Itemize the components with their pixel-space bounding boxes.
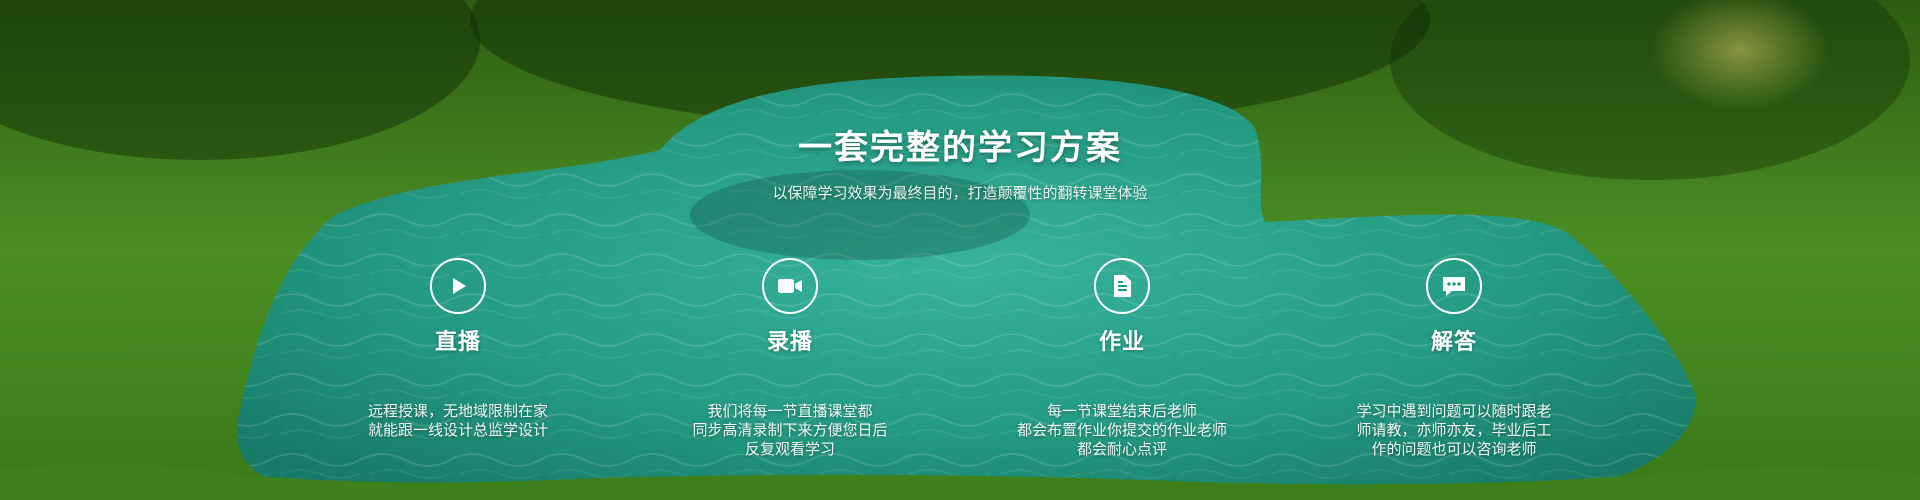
feature-description: 学习中遇到问题可以随时跟老 师请教，亦师亦友，毕业后工 作的问题也可以咨询老师 [1294, 402, 1614, 459]
description-line: 都会耐心点评 [1076, 440, 1167, 458]
description-line: 同步高清录制下来方便您日后 [692, 421, 888, 439]
description-line: 远程授课，无地域限制在家 [367, 402, 548, 420]
feature-section: 一套完整的学习方案 以保障学习效果为最终目的，打造颠覆性的翻转课堂体验 直播 远… [0, 0, 1920, 500]
feature-description: 远程授课，无地域限制在家 就能跟一线设计总监学设计 [298, 402, 618, 440]
description-line: 作的问题也可以咨询老师 [1371, 440, 1537, 458]
feature-title: 直播 [434, 330, 481, 355]
feature-live: 直播 远程授课，无地域限制在家 就能跟一线设计总监学设计 [298, 258, 618, 440]
feature-title: 作业 [1098, 330, 1145, 355]
feature-title: 解答 [1430, 330, 1477, 355]
description-line: 都会布置作业你提交的作业老师 [1016, 421, 1227, 439]
feature-answers: 解答 学习中遇到问题可以随时跟老 师请教，亦师亦友，毕业后工 作的问题也可以咨询… [1294, 258, 1614, 459]
description-line: 学习中遇到问题可以随时跟老 [1356, 402, 1552, 420]
play-icon [430, 258, 486, 314]
document-icon [1094, 258, 1150, 314]
feature-description: 每一节课堂结束后老师 都会布置作业你提交的作业老师 都会耐心点评 [962, 402, 1282, 459]
feature-homework: 作业 每一节课堂结束后老师 都会布置作业你提交的作业老师 都会耐心点评 [962, 258, 1282, 459]
feature-description: 我们将每一节直播课堂都 同步高清录制下来方便您日后 反复观看学习 [630, 402, 950, 459]
description-line: 每一节课堂结束后老师 [1046, 402, 1197, 420]
description-line: 师请教，亦师亦友，毕业后工 [1356, 421, 1552, 439]
feature-recorded: 录播 我们将每一节直播课堂都 同步高清录制下来方便您日后 反复观看学习 [630, 258, 950, 459]
description-line: 就能跟一线设计总监学设计 [367, 421, 548, 439]
description-line: 我们将每一节直播课堂都 [707, 402, 873, 420]
video-camera-icon [762, 258, 818, 314]
section-title: 一套完整的学习方案 [798, 128, 1122, 168]
section-subtitle: 以保障学习效果为最终目的，打造颠覆性的翻转课堂体验 [772, 184, 1148, 202]
chat-bubble-icon [1426, 258, 1482, 314]
description-line: 反复观看学习 [744, 440, 835, 458]
feature-title: 录播 [766, 330, 813, 355]
